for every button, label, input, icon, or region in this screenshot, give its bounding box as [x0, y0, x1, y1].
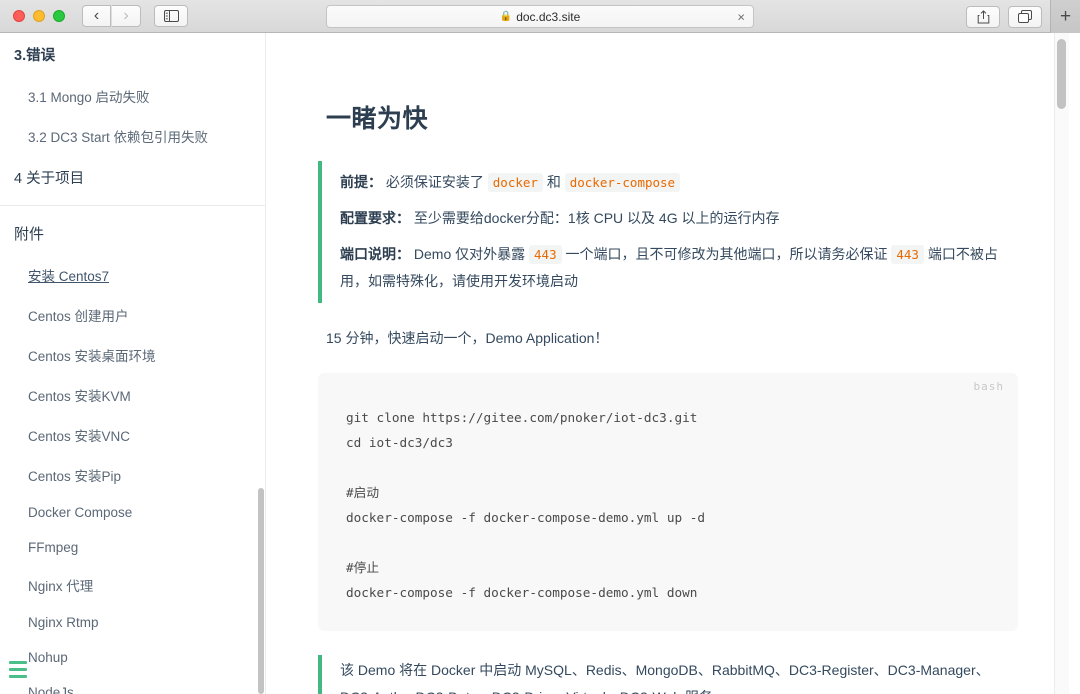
code-port-443-second: 443	[891, 245, 924, 264]
prerequisite-text: 必须保证安装了	[386, 174, 484, 190]
plus-icon: +	[1060, 6, 1071, 28]
code-block: bash git clone https://gitee.com/pnoker/…	[318, 373, 1018, 631]
chevron-left-icon: ‹	[94, 7, 99, 25]
sidebar-item-docker-compose[interactable]: Docker Compose	[0, 495, 265, 530]
forward-button[interactable]: ›	[112, 5, 141, 27]
sidebar-scrollbar-thumb[interactable]	[258, 488, 264, 694]
code-block-content[interactable]: git clone https://gitee.com/pnoker/iot-d…	[346, 405, 996, 605]
browser-toolbar: ‹ › 🔒 doc.dc3.site ×	[0, 0, 1080, 33]
sidebar-item-mongo-fail[interactable]: 3.1 Mongo 启动失败	[0, 76, 265, 116]
docs-sidebar: 3.错误 3.1 Mongo 启动失败 3.2 DC3 Start 依赖包引用失…	[0, 33, 266, 694]
share-icon	[977, 10, 990, 24]
main-scrollbar-thumb[interactable]	[1057, 39, 1066, 109]
port-text-1: Demo 仅对外暴露	[414, 246, 525, 262]
code-language-label: bash	[974, 380, 1005, 393]
sidebar-chapter-group: 3.错误 3.1 Mongo 启动失败 3.2 DC3 Start 依赖包引用失…	[0, 33, 265, 199]
sidebar-toggle-button[interactable]	[154, 5, 188, 27]
hamburger-bar-1	[9, 661, 27, 664]
port-text-2: 一个端口，且不可修改为其他端口，所以请务必保证	[565, 246, 887, 262]
sidebar-item-centos-create-user[interactable]: Centos 创建用户	[0, 295, 265, 335]
url-text: doc.dc3.site	[516, 10, 580, 24]
code-docker-compose: docker-compose	[565, 173, 680, 192]
sidebar-item-install-centos7[interactable]: 安装 Centos7	[0, 255, 265, 295]
sidebar-chapter-title[interactable]: 3.错误	[0, 33, 265, 76]
code-docker: docker	[488, 173, 543, 192]
info-callout-top: 前提： 必须保证安装了 docker 和 docker-compose 配置要求…	[318, 161, 1018, 303]
hamburger-bar-2	[9, 668, 27, 671]
intro-paragraph: 15 分钟，快速启动一个，Demo Application！	[318, 325, 1018, 351]
close-window-button[interactable]	[13, 10, 25, 22]
config-requirement-text: 至少需要给docker分配：1核 CPU 以及 4G 以上的运行内存	[414, 210, 780, 226]
sidebar-item-dc3-start-fail[interactable]: 3.2 DC3 Start 依赖包引用失败	[0, 116, 265, 156]
sidebar-icon	[164, 10, 179, 22]
sidebar-attachments-title: 附件	[0, 210, 265, 255]
docs-content: 一睹为快 前提： 必须保证安装了 docker 和 docker-compose…	[267, 33, 1069, 694]
port-description-label: 端口说明：	[340, 246, 410, 262]
info-callout-bottom: 该 Demo 将在 Docker 中启动 MySQL、Redis、MongoDB…	[318, 655, 1018, 694]
page-body: 3.错误 3.1 Mongo 启动失败 3.2 DC3 Start 依赖包引用失…	[0, 33, 1080, 694]
code-port-443-first: 443	[529, 245, 562, 264]
hamburger-menu-icon[interactable]	[9, 661, 27, 678]
sidebar-item-centos-vnc[interactable]: Centos 安装VNC	[0, 415, 265, 455]
stop-loading-button[interactable]: ×	[737, 10, 745, 23]
sidebar-divider	[0, 205, 265, 206]
sidebar-item-centos-desktop[interactable]: Centos 安装桌面环境	[0, 335, 265, 375]
address-bar[interactable]: 🔒 doc.dc3.site ×	[326, 5, 754, 28]
sidebar-item-ffmpeg[interactable]: FFmpeg	[0, 530, 265, 565]
new-tab-button[interactable]: +	[1050, 0, 1080, 33]
prerequisite-conjunction: 和	[547, 174, 561, 190]
maximize-window-button[interactable]	[53, 10, 65, 22]
show-tabs-button[interactable]	[1008, 6, 1042, 28]
toolbar-right-actions: +	[966, 0, 1080, 33]
config-requirement-label: 配置要求：	[340, 210, 410, 226]
port-description-line: 端口说明： Demo 仅对外暴露 443 一个端口，且不可修改为其他端口，所以请…	[340, 241, 1018, 295]
sidebar-item-centos-pip[interactable]: Centos 安装Pip	[0, 455, 265, 495]
sidebar-item-nodejs[interactable]: NodeJs	[0, 675, 265, 694]
sidebar-scrollbar[interactable]	[256, 33, 265, 694]
sidebar-item-about-project[interactable]: 4 关于项目	[0, 156, 265, 199]
sidebar-attachments-list: 安装 Centos7 Centos 创建用户 Centos 安装桌面环境 Cen…	[0, 255, 265, 694]
window-controls	[0, 10, 65, 22]
sidebar-item-nohup[interactable]: Nohup	[0, 640, 265, 675]
share-button[interactable]	[966, 6, 1000, 28]
prerequisite-label: 前提：	[340, 174, 382, 190]
chevron-right-icon: ›	[123, 7, 128, 25]
prerequisite-line: 前提： 必须保证安装了 docker 和 docker-compose	[340, 169, 1018, 196]
hamburger-bar-3	[9, 675, 27, 678]
sidebar-item-centos-kvm[interactable]: Centos 安装KVM	[0, 375, 265, 415]
lock-icon: 🔒	[500, 12, 512, 22]
sidebar-item-nginx-rtmp[interactable]: Nginx Rtmp	[0, 605, 265, 640]
services-description: 该 Demo 将在 Docker 中启动 MySQL、Redis、MongoDB…	[340, 657, 1018, 694]
tabs-icon	[1018, 10, 1032, 23]
page-title: 一睹为快	[318, 99, 1018, 135]
navigation-buttons: ‹ ›	[82, 5, 141, 27]
minimize-window-button[interactable]	[33, 10, 45, 22]
content-container: 一睹为快 前提： 必须保证安装了 docker 和 docker-compose…	[318, 33, 1018, 694]
config-requirement-line: 配置要求： 至少需要给docker分配：1核 CPU 以及 4G 以上的运行内存	[340, 205, 1018, 232]
sidebar-item-nginx-proxy[interactable]: Nginx 代理	[0, 565, 265, 605]
back-button[interactable]: ‹	[82, 5, 111, 27]
main-scrollbar[interactable]	[1054, 33, 1069, 694]
